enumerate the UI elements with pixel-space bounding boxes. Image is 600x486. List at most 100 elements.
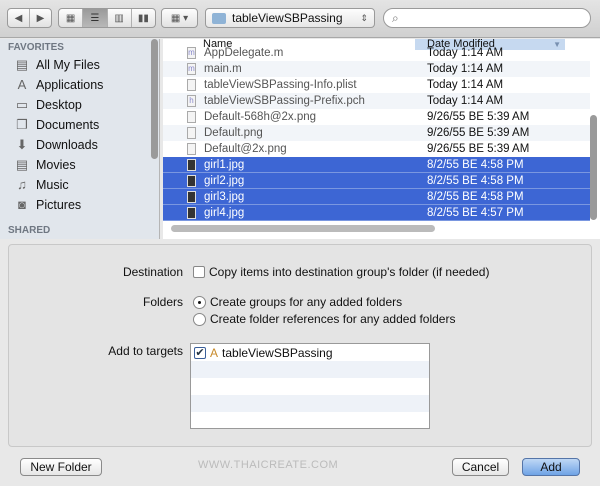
sidebar-item-label: Desktop (36, 98, 82, 112)
file-row[interactable]: tableViewSBPassing-Info.plist Today 1:14 … (163, 77, 590, 93)
file-name: girl1.jpg (204, 158, 245, 171)
file-list: Name Date Modified ▼ m AppDelegate.m Today … (163, 39, 600, 239)
add-button[interactable]: Add (522, 458, 580, 476)
icon-view-button[interactable]: ▦ (59, 9, 84, 27)
sidebar-item-music[interactable]: ♫ Music (14, 175, 69, 195)
back-button[interactable]: ◀ (8, 9, 30, 27)
sidebar-item-applications[interactable]: A Applications (14, 75, 104, 95)
sidebar-item-label: Pictures (36, 198, 82, 212)
file-date: 8/2/55 BE 4:58 PM (427, 174, 524, 187)
all-files-icon: ▤ (15, 57, 29, 72)
create-groups-radio[interactable]: Create groups for any added folders (193, 295, 402, 309)
file-name: girl4.jpg (204, 206, 245, 219)
path-popup[interactable]: tableViewSBPassing ⇕ (205, 8, 375, 28)
file-icon (187, 127, 196, 139)
file-date: 9/26/55 BE 5:39 AM (427, 143, 530, 155)
file-list-scrollbar[interactable] (590, 115, 597, 220)
file-icon: m (187, 47, 196, 59)
cancel-button[interactable]: Cancel (452, 458, 509, 476)
file-row[interactable]: m main.m Today 1:14 AM (163, 61, 590, 77)
file-row[interactable]: girl2.jpg 8/2/55 BE 4:58 PM (163, 173, 590, 189)
nav-buttons: ◀ ▶ (7, 8, 52, 28)
file-date: 9/26/55 BE 5:39 AM (427, 127, 530, 139)
radio-selected[interactable] (193, 295, 206, 309)
music-icon: ♫ (17, 177, 27, 192)
watermark: WWW.THAICREATE.COM (198, 459, 339, 471)
search-input[interactable]: ⌕ (383, 8, 591, 28)
arrange-icon: ▦ ▾ (170, 12, 189, 24)
folder-icon (212, 12, 226, 24)
targets-list: ✔ AtableViewSBPassing (190, 343, 430, 429)
favorites-heading: FAVORITES (8, 42, 64, 53)
column-view-button[interactable]: ▥ (108, 9, 132, 27)
sidebar-item-label: Applications (36, 78, 104, 92)
file-icon (187, 174, 196, 187)
new-folder-button[interactable]: New Folder (20, 458, 102, 476)
copy-items-label: Copy items into destination group's fold… (209, 265, 490, 279)
file-icon: m (187, 63, 196, 75)
file-icon (187, 111, 196, 123)
file-date: 9/26/55 BE 5:39 AM (427, 111, 530, 123)
sidebar-item-all-my-files[interactable]: ▤ All My Files (14, 55, 100, 75)
destination-label: Destination (122, 265, 183, 279)
horizontal-scrollbar[interactable] (171, 225, 435, 232)
file-row[interactable]: Default-568h@2x.png 9/26/55 BE 5:39 AM (163, 109, 590, 125)
sidebar-item-downloads[interactable]: ⬇ Downloads (14, 135, 98, 155)
file-name: tableViewSBPassing-Info.plist (204, 79, 357, 91)
downloads-icon: ⬇ (16, 137, 28, 152)
target-row[interactable]: ✔ AtableViewSBPassing (191, 344, 429, 361)
file-name: girl2.jpg (204, 174, 245, 187)
applications-icon: A (17, 77, 27, 92)
sidebar-item-label: Movies (36, 158, 76, 172)
copy-items-checkbox[interactable]: Copy items into destination group's fold… (193, 265, 489, 279)
folders-label: Folders (142, 295, 183, 309)
sidebar: FAVORITES ▤ All My Files A Applications ▭ D… (0, 39, 160, 239)
list-view-button[interactable]: ☰ (83, 9, 108, 27)
target-name: tableViewSBPassing (222, 345, 333, 360)
path-label: tableViewSBPassing (232, 11, 343, 25)
documents-icon: ❐ (16, 117, 28, 132)
desktop-icon: ▭ (15, 97, 29, 112)
forward-button[interactable]: ▶ (30, 9, 51, 27)
file-row[interactable]: m AppDelegate.m Today 1:14 AM (163, 45, 590, 61)
target-checkbox[interactable]: ✔ (194, 346, 206, 359)
create-folder-references-radio[interactable]: Create folder references for any added f… (193, 312, 455, 326)
file-name: tableViewSBPassing-Prefix.pch (204, 95, 365, 107)
create-groups-label: Create groups for any added folders (210, 295, 403, 309)
file-row[interactable]: girl3.jpg 8/2/55 BE 4:58 PM (163, 189, 590, 205)
radio[interactable] (193, 312, 206, 326)
movies-icon: ▤ (15, 157, 29, 172)
file-name: Default@2x.png (204, 143, 287, 155)
file-row[interactable]: h tableViewSBPassing-Prefix.pch Today 1:14… (163, 93, 590, 109)
file-date: Today 1:14 AM (427, 95, 504, 107)
sidebar-item-movies[interactable]: ▤ Movies (14, 155, 76, 175)
sidebar-scrollbar[interactable] (151, 39, 158, 159)
checkbox[interactable] (193, 266, 205, 278)
file-date: Today 1:14 AM (427, 63, 504, 75)
toolbar: ◀ ▶ ▦ ☰ ▥ ▮▮ ▦ ▾ tableViewSBPassing ⇕ ⌕ (0, 0, 600, 38)
file-row[interactable]: girl1.jpg 8/2/55 BE 4:58 PM (163, 157, 590, 173)
sidebar-item-desktop[interactable]: ▭ Desktop (14, 95, 82, 115)
file-date: 8/2/55 BE 4:57 PM (427, 206, 524, 219)
file-row[interactable]: Default.png 9/26/55 BE 5:39 AM (163, 125, 590, 141)
pictures-icon: ◙ (18, 197, 26, 212)
coverflow-view-button[interactable]: ▮▮ (132, 9, 155, 27)
sidebar-item-label: All My Files (36, 58, 100, 72)
file-date: Today 1:14 AM (427, 47, 504, 59)
file-icon (187, 158, 196, 171)
file-row[interactable]: girl4.jpg 8/2/55 BE 4:57 PM (163, 205, 590, 221)
file-name: AppDelegate.m (204, 47, 284, 59)
sidebar-item-label: Documents (36, 118, 100, 132)
file-date: Today 1:14 AM (427, 79, 504, 91)
view-mode-control: ▦ ☰ ▥ ▮▮ (58, 8, 156, 28)
sidebar-item-label: Music (36, 178, 69, 192)
arrange-button[interactable]: ▦ ▾ (161, 8, 198, 28)
file-row[interactable]: Default@2x.png 9/26/55 BE 5:39 AM (163, 141, 590, 157)
file-icon (187, 190, 196, 203)
sidebar-item-documents[interactable]: ❐ Documents (14, 115, 99, 135)
file-icon (187, 79, 196, 91)
sidebar-item-pictures[interactable]: ◙ Pictures (14, 195, 81, 215)
sidebar-item-label: Downloads (36, 138, 98, 152)
add-to-targets-label: Add to targets (108, 344, 183, 358)
shared-heading: SHARED (8, 225, 51, 236)
